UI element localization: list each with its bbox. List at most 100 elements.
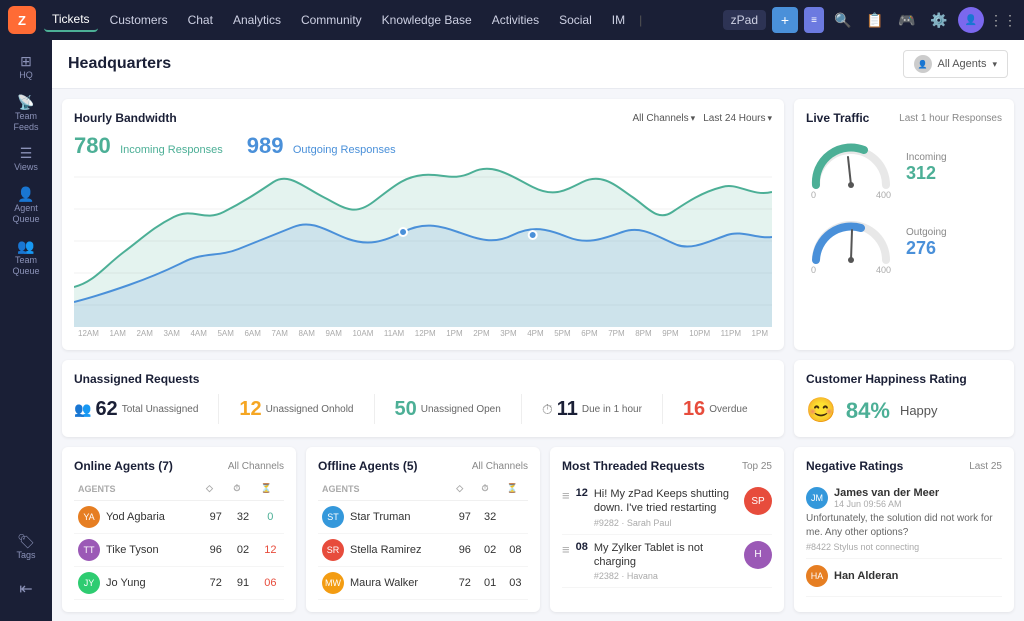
user-avatar[interactable]: 👤 [958,7,984,33]
happiness-emoji: 😊 [806,396,836,425]
incoming-gauge-svg [806,135,896,190]
stat-divider-4 [662,394,663,424]
negative-ratings-list: JM James van der Meer 14 Jun 09:56 AM Un… [806,481,1002,597]
nav-divider: | [639,13,642,27]
controller-icon[interactable]: 🎮 [894,7,920,33]
rating-name-group: Han Alderan [834,570,898,582]
bandwidth-header: Hourly Bandwidth All Channels Last 24 Ho… [74,111,772,125]
agent-queue-icon: 👤 [17,187,34,201]
incoming-type-label: Incoming [906,152,947,163]
offline-col-header-agents: AGENTS [318,479,452,501]
chart-svg [74,167,772,327]
stat-divider-1 [218,394,219,424]
zpad-selector[interactable]: zPad [723,10,766,30]
list-item: ≡ 12 Hi! My zPad Keeps shutting down. I'… [562,481,772,535]
table-row: TT Tike Tyson 96 02 12 [74,534,284,567]
due-stat: ⏱ 11 Due in 1 hour [542,398,642,421]
agent-t3 [503,501,528,534]
nav-item-customers[interactable]: Customers [102,9,176,31]
collapse-icon: ⇤ [19,579,32,599]
online-agents-header: Online Agents (7) All Channels [74,459,284,473]
nav-item-chat[interactable]: Chat [180,9,221,31]
open-stat: 50 Unassigned Open [395,398,501,421]
sidebar-item-team-queue[interactable]: 👥 Team Queue [4,233,48,283]
rating-header: JM James van der Meer 14 Jun 09:56 AM [806,487,1002,509]
apps-icon[interactable]: ⋮⋮ [990,7,1016,33]
offline-agents-card: Offline Agents (5) All Channels AGENTS ◇… [306,447,540,612]
dashboard: Hourly Bandwidth All Channels Last 24 Ho… [52,89,1024,621]
nav-item-knowledge-base[interactable]: Knowledge Base [374,9,480,31]
live-traffic-header: Live Traffic Last 1 hour Responses [806,111,1002,125]
nav-item-activities[interactable]: Activities [484,9,547,31]
nav-item-tickets[interactable]: Tickets [44,8,98,32]
online-agents-table-header: AGENTS ◇ ⏱ ⏳ [74,479,284,501]
agent-name: Maura Walker [350,577,418,589]
offline-agents-subtitle: All Channels [472,461,528,472]
nav-item-analytics[interactable]: Analytics [225,9,289,31]
offline-agents-header: Offline Agents (5) All Channels [318,459,528,473]
page-title: Headquarters [68,55,171,73]
sidebar-item-team-feeds[interactable]: 📡 Team Feeds [4,89,48,139]
offline-col-header-clock-icon: ⏱ [477,479,502,501]
gauge-range-incoming: 0 400 [811,190,891,200]
table-row: JY Jo Yung 72 91 06 [74,567,284,600]
outgoing-gauge-info: Outgoing 276 [906,227,947,259]
thread-content: My Zylker Tablet is not charging #2382 ·… [594,541,738,582]
nav-item-community[interactable]: Community [293,9,370,31]
agent-avatar: TT [78,539,100,561]
chart-dot-outgoing2 [529,231,537,239]
agent-t1: 96 [202,534,229,567]
offline-col-header-ticket-icon: ◇ [452,479,477,501]
app-logo[interactable]: Z [8,6,36,34]
sidebar-label-tags: Tags [16,550,35,561]
views-icon: ☰ [20,146,33,160]
offline-agents-table-header: AGENTS ◇ ⏱ ⏳ [318,479,528,501]
open-num: 50 [395,398,417,421]
nav-item-im[interactable]: IM [604,9,633,31]
thread-text: My Zylker Tablet is not charging [594,541,738,570]
bandwidth-title: Hourly Bandwidth [74,111,177,125]
onhold-label: Unassigned Onhold [266,404,354,415]
total-unassigned-stat: 👥 62 Total Unassigned [74,398,198,421]
outgoing-gauge-svg [806,210,896,265]
add-button[interactable]: + [772,7,798,33]
sidebar-item-tags[interactable]: 🏷 Tags [4,528,48,567]
secondary-button[interactable]: ≡ [804,7,824,33]
unassigned-card: Unassigned Requests 👥 62 Total Unassigne… [62,360,784,437]
negative-ratings-badge: Last 25 [969,461,1002,472]
notifications-icon[interactable]: 📋 [862,7,888,33]
outgoing-num: 989 [247,133,284,158]
due-num: 11 [557,398,578,421]
sidebar-item-hq[interactable]: ⊞ HQ [4,48,48,87]
thread-count: 12 [576,487,588,499]
agent-t1: 97 [202,501,229,534]
agent-avatar: ST [322,506,344,528]
agent-t3: 12 [257,534,284,567]
search-icon[interactable]: 🔍 [830,7,856,33]
sidebar-collapse-btn[interactable]: ⇤ [4,573,48,605]
happiness-content: 😊 84% Happy [806,396,1002,425]
agent-name-cell: JY Jo Yung [74,567,202,600]
thread-meta: #9282 · Sarah Paul [594,518,738,528]
table-row: SR Stella Ramirez 96 02 08 [318,534,528,567]
live-traffic-title: Live Traffic [806,111,869,125]
outgoing-label: Outgoing Responses [293,144,396,156]
online-agents-card: Online Agents (7) All Channels AGENTS ◇ … [62,447,296,612]
agents-selector[interactable]: 👤 All Agents ▾ [903,50,1008,78]
main-content: Headquarters 👤 All Agents ▾ Hourly Bandw… [52,40,1024,621]
hq-icon: ⊞ [20,54,32,68]
settings-icon[interactable]: ⚙️ [926,7,952,33]
list-item: JM James van der Meer 14 Jun 09:56 AM Un… [806,481,1002,559]
unassigned-stats: 👥 62 Total Unassigned 12 Unassigned Onho… [74,394,772,424]
agent-t1: 96 [452,534,477,567]
outgoing-gauge-value: 276 [906,238,947,259]
sidebar-item-agent-queue[interactable]: 👤 Agent Queue [4,181,48,231]
agent-t1: 72 [202,567,229,600]
agent-t2: 02 [477,534,502,567]
channels-filter[interactable]: All Channels [633,113,696,124]
agent-t3: 03 [503,567,528,600]
nav-item-social[interactable]: Social [551,9,600,31]
time-filter[interactable]: Last 24 Hours [703,113,772,124]
sidebar-item-views[interactable]: ☰ Views [4,140,48,179]
incoming-gauge-info: Incoming 312 [906,152,947,184]
